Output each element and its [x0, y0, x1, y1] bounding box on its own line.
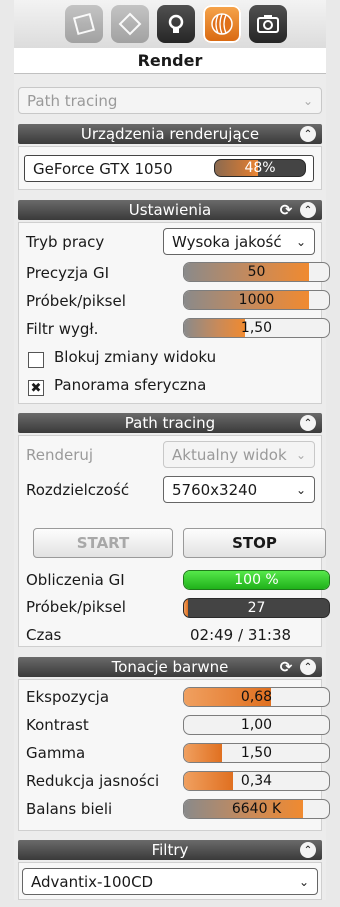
- filters-section-header[interactable]: Filtry ⌃: [18, 840, 322, 860]
- samples-value: 1000: [238, 292, 275, 308]
- render-target-value: Aktualny widok: [172, 445, 287, 464]
- gi-calc-value: 100 %: [234, 572, 279, 588]
- gi-precision-label: Precyzja GI: [26, 264, 110, 282]
- white-balance-value: 6640 K: [231, 801, 282, 817]
- tab-render[interactable]: [203, 5, 241, 43]
- tab-light[interactable]: [157, 5, 195, 43]
- filter-value: 1,50: [240, 320, 273, 336]
- lock-view-label: Blokuj zmiany widoku: [54, 348, 217, 366]
- collapse-icon[interactable]: ⌃: [300, 202, 316, 218]
- exposure-label: Ekspozycja: [26, 688, 110, 706]
- time-value: 02:49 / 31:38: [190, 626, 292, 644]
- work-mode-value: Wysoka jakość: [172, 232, 282, 251]
- tone-section-header[interactable]: Tonacje barwne ⟳ ⌃: [18, 657, 322, 677]
- pt-samples-value: 27: [247, 600, 266, 616]
- settings-section-title: Ustawienia: [128, 201, 212, 219]
- gpu-usage-value: 48%: [244, 160, 276, 176]
- resolution-label: Rozdzielczość: [26, 481, 130, 499]
- contrast-slider[interactable]: 1,00: [183, 715, 330, 735]
- render-target-label: Renderuj: [26, 446, 94, 464]
- start-button[interactable]: START: [33, 528, 173, 558]
- panel-title: Render: [14, 48, 326, 74]
- white-balance-label: Balans bieli: [26, 800, 113, 818]
- tab-strip: [14, 0, 326, 49]
- filter-slider[interactable]: 1,50: [183, 318, 330, 338]
- render-mode-select[interactable]: Path tracing ⌄: [18, 87, 322, 114]
- chevron-down-icon: ⌄: [302, 93, 313, 108]
- tone-section-title: Tonacje barwne: [111, 658, 229, 676]
- contrast-value: 1,00: [240, 717, 273, 733]
- time-label: Czas: [26, 626, 62, 644]
- pt-samples-label: Próbek/piksel: [26, 598, 126, 616]
- contrast-label: Kontrast: [26, 716, 89, 734]
- collapse-icon[interactable]: ⌃: [300, 842, 316, 858]
- highlight-reduction-slider[interactable]: 0,34: [183, 771, 330, 791]
- reset-icon[interactable]: ⟳: [278, 658, 294, 676]
- tab-camera[interactable]: [249, 5, 287, 43]
- exposure-value: 0,68: [240, 689, 273, 705]
- white-balance-slider[interactable]: 6640 K: [183, 799, 330, 819]
- samples-label: Próbek/piksel: [26, 292, 126, 310]
- collapse-icon[interactable]: ⌃: [300, 126, 316, 142]
- chevron-down-icon: ⌄: [295, 482, 306, 497]
- light-tab-icon: [168, 14, 184, 33]
- tab-scene[interactable]: [111, 5, 149, 43]
- render-tab-icon: [211, 13, 233, 35]
- filter-label: Filtr wygł.: [26, 320, 99, 338]
- gi-calc-progress: 100 %: [183, 570, 330, 590]
- lock-view-checkbox[interactable]: [28, 352, 44, 368]
- checkmark-icon: ✖: [30, 380, 42, 396]
- work-mode-select[interactable]: Wysoka jakość ⌄: [163, 228, 315, 255]
- gamma-label: Gamma: [26, 744, 86, 762]
- render-mode-value: Path tracing: [27, 91, 118, 110]
- scene-tab-icon: [118, 12, 142, 36]
- samples-slider[interactable]: 1000: [183, 290, 330, 310]
- pt-samples-progress: 27: [183, 598, 330, 618]
- gi-calc-label: Obliczenia GI: [26, 571, 125, 589]
- tab-materials[interactable]: [65, 5, 103, 43]
- gi-precision-slider[interactable]: 50: [183, 262, 330, 282]
- gi-precision-value: 50: [247, 264, 266, 280]
- reset-icon[interactable]: ⟳: [278, 201, 294, 219]
- resolution-select[interactable]: 5760x3240 ⌄: [163, 476, 315, 503]
- highlight-reduction-label: Redukcja jasności: [26, 772, 160, 790]
- stop-button[interactable]: STOP: [183, 528, 326, 558]
- gamma-slider[interactable]: 1,50: [183, 743, 330, 763]
- chevron-down-icon: ⌄: [295, 447, 306, 462]
- resolution-value: 5760x3240: [172, 480, 258, 499]
- camera-tab-icon: [257, 15, 279, 33]
- filter-preset-value: Advantix-100CD: [31, 872, 154, 891]
- path-tracing-section-header[interactable]: Path tracing ⌃: [18, 413, 322, 433]
- path-tracing-section-title: Path tracing: [124, 414, 216, 432]
- filter-preset-select[interactable]: Advantix-100CD ⌄: [22, 868, 318, 895]
- panorama-label: Panorama sferyczna: [54, 376, 207, 394]
- gpu-usage-bar: 48%: [214, 159, 306, 177]
- render-target-select[interactable]: Aktualny widok ⌄: [163, 441, 315, 468]
- gpu-name: GeForce GTX 1050: [33, 159, 173, 178]
- exposure-slider[interactable]: 0,68: [183, 687, 330, 707]
- filters-section-title: Filtry: [151, 841, 189, 859]
- settings-section-header[interactable]: Ustawienia ⟳ ⌃: [18, 200, 322, 220]
- chevron-down-icon: ⌄: [295, 234, 306, 249]
- gamma-value: 1,50: [240, 745, 273, 761]
- materials-tab-icon: [72, 12, 96, 36]
- devices-section-title: Urządzenia renderujące: [80, 125, 260, 143]
- work-mode-label: Tryb pracy: [26, 233, 105, 251]
- highlight-reduction-value: 0,34: [240, 773, 273, 789]
- chevron-down-icon: ⌄: [298, 874, 309, 889]
- collapse-icon[interactable]: ⌃: [300, 659, 316, 675]
- collapse-icon[interactable]: ⌃: [300, 415, 316, 431]
- devices-section-header[interactable]: Urządzenia renderujące ⌃: [18, 124, 322, 144]
- panorama-checkbox[interactable]: ✖: [28, 380, 44, 396]
